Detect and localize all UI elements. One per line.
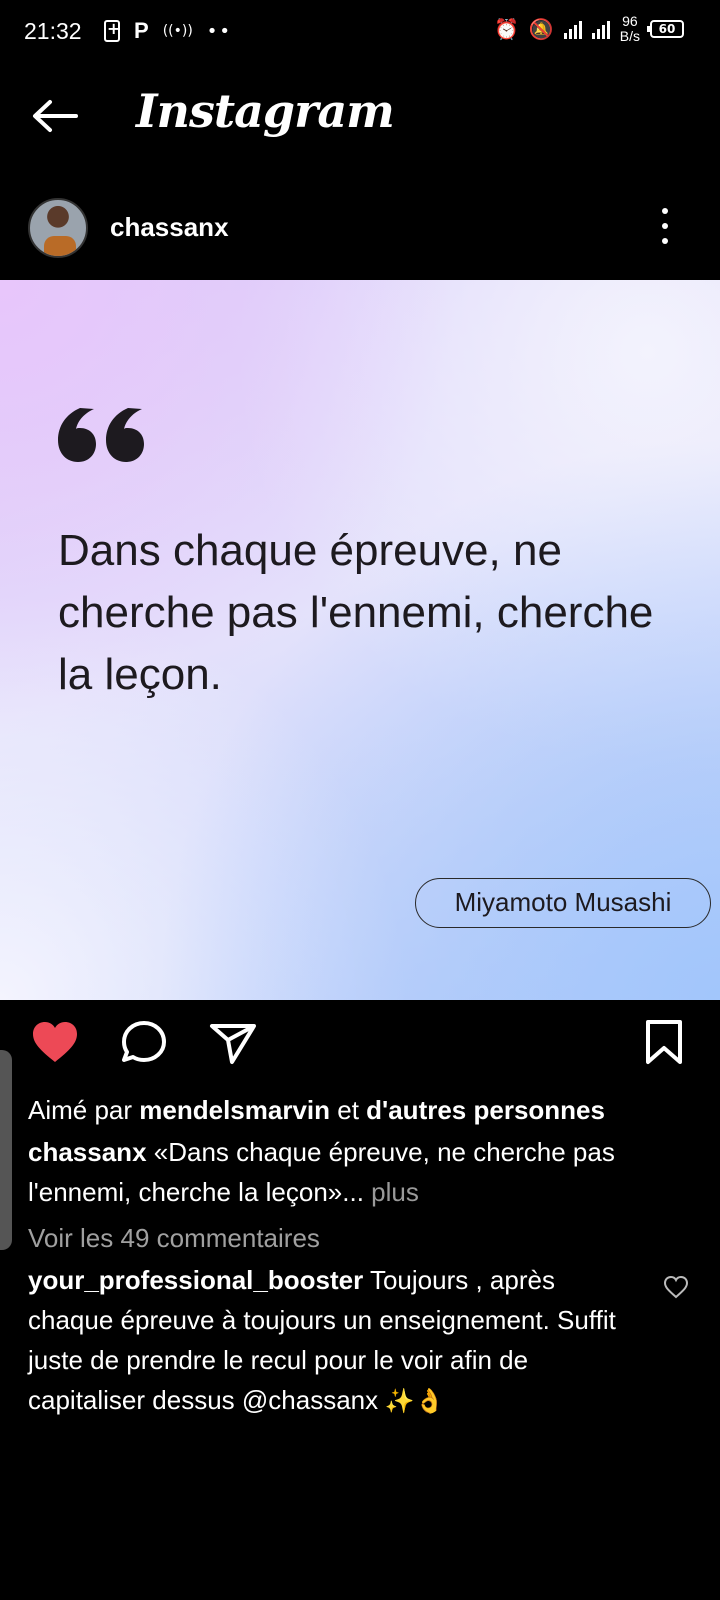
more-options-icon[interactable] [662, 208, 670, 244]
comment-emojis: ✨👌 [378, 1388, 445, 1415]
signal-icon [563, 19, 582, 39]
network-speed-value: 96 [622, 13, 638, 29]
comment-icon[interactable] [120, 1018, 170, 1068]
post-image[interactable]: Dans chaque épreuve, ne cherche pas l'en… [0, 280, 720, 1000]
action-bar [0, 1018, 720, 1078]
comment-username[interactable]: your_professional_booster [28, 1265, 363, 1295]
post-username[interactable]: chassanx [110, 212, 229, 243]
avatar[interactable] [28, 198, 88, 258]
battery-icon: 60 [647, 20, 684, 38]
likes-middle: et [330, 1095, 367, 1125]
back-arrow-icon[interactable] [30, 96, 80, 136]
like-heart-icon[interactable] [30, 1018, 80, 1068]
mute-icon: 🔕 [528, 17, 554, 41]
more-notifications-icon: •• [206, 20, 233, 42]
likes-others[interactable]: d'autres personnes [366, 1095, 605, 1125]
status-time: 21:32 [24, 18, 82, 44]
view-comments-link[interactable]: Voir les 49 commentaires [28, 1218, 708, 1258]
likes-user[interactable]: mendelsmarvin [139, 1095, 330, 1125]
author-label: Miyamoto Musashi [415, 878, 711, 928]
signal-hplus-icon [591, 19, 610, 39]
likes-line: Aimé par mendelsmarvin et d'autres perso… [28, 1090, 708, 1130]
status-left-icons: P ((•)) •• [104, 18, 232, 44]
battery-saver-icon [104, 19, 120, 42]
post-details: Aimé par mendelsmarvin et d'autres perso… [28, 1090, 708, 1422]
hotspot-icon: ((•)) [162, 23, 193, 39]
caption-username[interactable]: chassanx [28, 1137, 147, 1167]
comment-like-icon[interactable] [663, 1275, 689, 1299]
share-icon[interactable] [208, 1018, 258, 1068]
caption-more-link[interactable]: plus [364, 1177, 419, 1207]
edge-panel-handle[interactable] [0, 1050, 12, 1250]
status-bar: 21:32 P ((•)) •• ⏰ 🔕 96 B/s 60 [0, 0, 720, 66]
parking-icon: P [134, 18, 149, 43]
likes-prefix: Aimé par [28, 1095, 140, 1125]
quote-mark-icon [58, 408, 144, 462]
alarm-icon: ⏰ [493, 17, 519, 41]
status-right-icons: ⏰ 🔕 96 B/s 60 [494, 14, 684, 44]
app-header: Instagram [0, 66, 720, 176]
post-header: chassanx [0, 190, 720, 270]
bookmark-icon[interactable] [640, 1018, 690, 1068]
quote-text: Dans chaque épreuve, ne cherche pas l'en… [58, 526, 654, 699]
comment: your_professional_booster Toujours , apr… [28, 1260, 628, 1422]
app-title: Instagram [136, 84, 395, 138]
caption: chassanx «Dans chaque épreuve, ne cherch… [28, 1132, 708, 1212]
network-speed: 96 B/s [620, 14, 640, 44]
network-speed-unit: B/s [619, 28, 640, 44]
